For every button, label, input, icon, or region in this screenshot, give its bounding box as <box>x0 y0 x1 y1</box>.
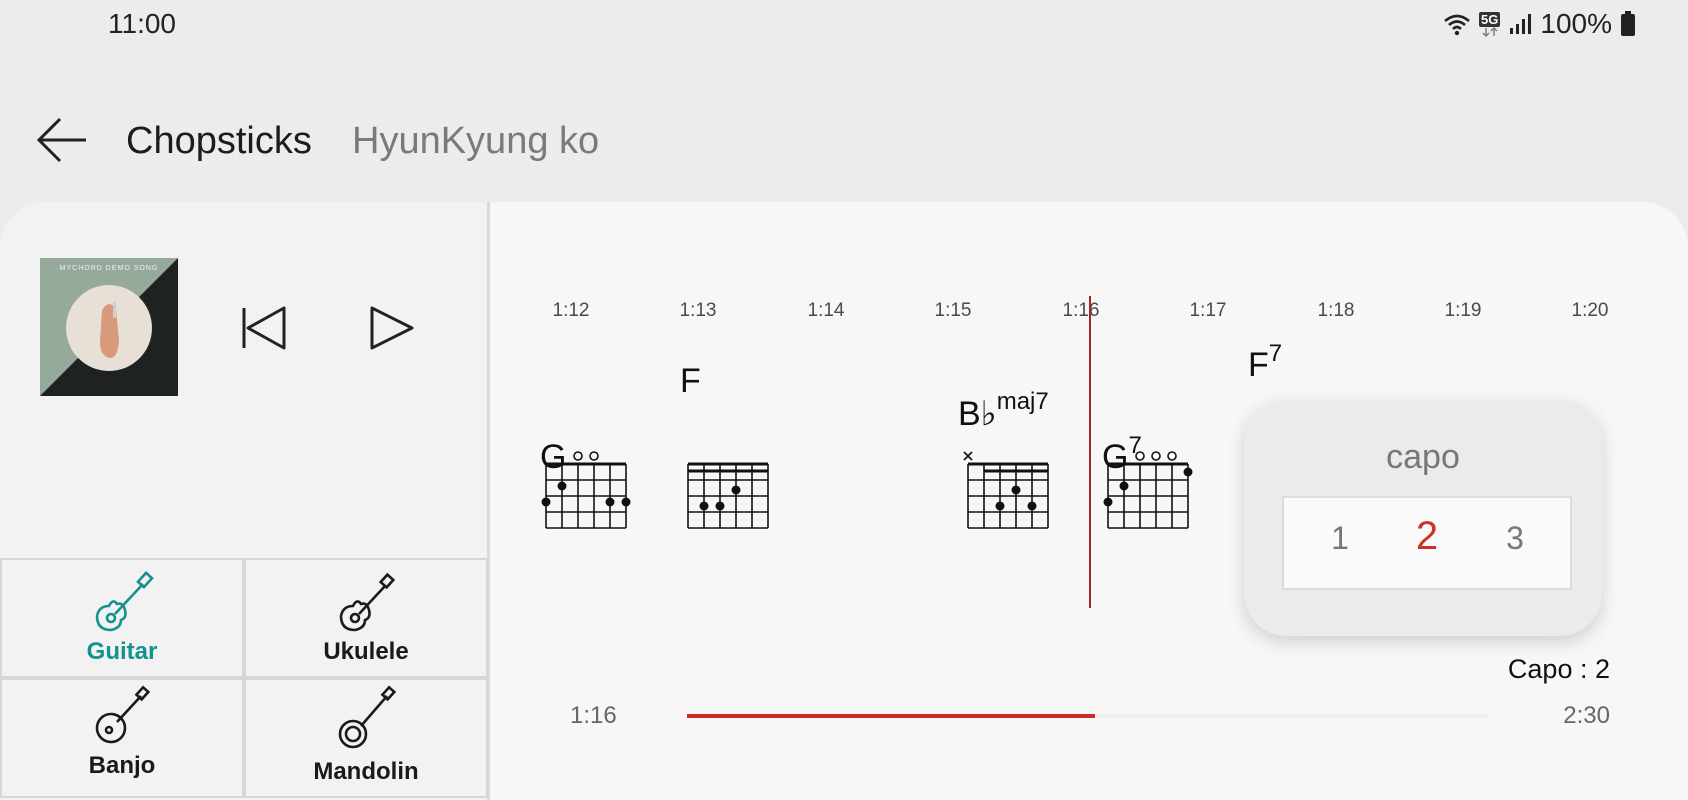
capo-picker[interactable]: 1 2 3 <box>1282 496 1572 590</box>
network-label: 5G <box>1479 11 1501 27</box>
capo-option[interactable]: 1 <box>1331 520 1349 557</box>
header: Chopsticks HyunKyung ko <box>0 100 1688 184</box>
instrument-mandolin[interactable]: Mandolin <box>244 678 488 798</box>
arrow-left-icon <box>36 116 88 169</box>
back-button[interactable] <box>30 112 94 172</box>
wifi-icon <box>1443 12 1471 36</box>
time-tick: 1:18 <box>1317 300 1355 321</box>
time-tick: 1:14 <box>807 300 845 321</box>
capo-title: capo <box>1386 438 1460 476</box>
song-title: Chopsticks <box>126 120 312 162</box>
network-5g-icon: 5G <box>1479 11 1501 37</box>
time-tick: 1:20 <box>1571 300 1609 321</box>
play-button[interactable] <box>366 302 418 354</box>
current-time: 1:16 <box>570 702 617 729</box>
time-tick: 1:19 <box>1444 300 1482 321</box>
time-tick: 1:12 <box>552 300 590 321</box>
chord-diagram[interactable] <box>1098 448 1194 540</box>
banjo-icon <box>87 684 157 755</box>
status-time: 11:00 <box>108 8 176 39</box>
song-artist: HyunKyung ko <box>352 120 600 162</box>
battery-percent: 100% <box>1540 8 1612 39</box>
main-card: MYCHORD DEMO SONG Guitar Ukulele Banjo M… <box>0 202 1688 800</box>
chord-diagram[interactable] <box>958 448 1054 540</box>
battery-icon <box>1620 11 1636 37</box>
chord-diagram[interactable] <box>678 448 774 540</box>
chord-quality: maj7 <box>996 388 1049 415</box>
instrument-banjo[interactable]: Banjo <box>0 678 244 798</box>
instrument-label: Mandolin <box>313 758 419 785</box>
chord-label[interactable]: B♭maj7 <box>958 388 1049 434</box>
player-panel: MYCHORD DEMO SONG Guitar Ukulele Banjo M… <box>0 202 490 800</box>
instrument-ukulele[interactable]: Ukulele <box>244 558 488 678</box>
status-icons: 5G 100% <box>1443 8 1636 40</box>
chord-label[interactable]: F7 <box>1248 340 1282 385</box>
total-time: 2:30 <box>1563 702 1610 729</box>
guitar-icon <box>87 568 157 643</box>
instrument-selector: Guitar Ukulele Banjo Mandolin <box>0 558 490 800</box>
instrument-label: Guitar <box>86 638 158 665</box>
chord-root: B♭ <box>958 395 997 433</box>
chord-quality: 7 <box>1268 340 1283 367</box>
chord-timeline[interactable]: 1:12 1:13 1:14 1:15 1:16 1:17 1:18 1:19 … <box>492 202 1688 800</box>
mandolin-icon <box>331 684 401 759</box>
signal-icon <box>1508 12 1532 36</box>
album-art: MYCHORD DEMO SONG <box>40 258 178 396</box>
playhead <box>1089 296 1091 608</box>
instrument-label: Banjo <box>88 752 156 779</box>
time-tick: 1:17 <box>1189 300 1227 321</box>
chord-diagram[interactable] <box>536 448 632 540</box>
instrument-label: Ukulele <box>323 638 409 665</box>
chord-root: F <box>680 362 701 400</box>
capo-option-selected[interactable]: 2 <box>1416 514 1438 559</box>
progress-fill <box>687 714 1095 718</box>
chord-label[interactable]: F <box>680 362 701 401</box>
time-tick: 1:16 <box>1062 300 1100 321</box>
time-tick: 1:13 <box>679 300 717 321</box>
skip-previous-button[interactable] <box>240 302 292 354</box>
time-tick: 1:15 <box>934 300 972 321</box>
album-art-caption: MYCHORD DEMO SONG <box>60 265 159 272</box>
status-bar: 11:00 5G 100% <box>0 0 1688 50</box>
chord-root: F <box>1248 346 1269 384</box>
ukulele-icon <box>331 568 401 643</box>
instrument-guitar[interactable]: Guitar <box>0 558 244 678</box>
capo-status: Capo : 2 <box>1507 654 1610 684</box>
progress-bar[interactable] <box>687 714 1487 718</box>
capo-popup: capo 1 2 3 <box>1244 400 1602 636</box>
skip-previous-icon <box>240 306 292 358</box>
play-icon <box>366 306 418 358</box>
capo-option[interactable]: 3 <box>1506 520 1524 557</box>
